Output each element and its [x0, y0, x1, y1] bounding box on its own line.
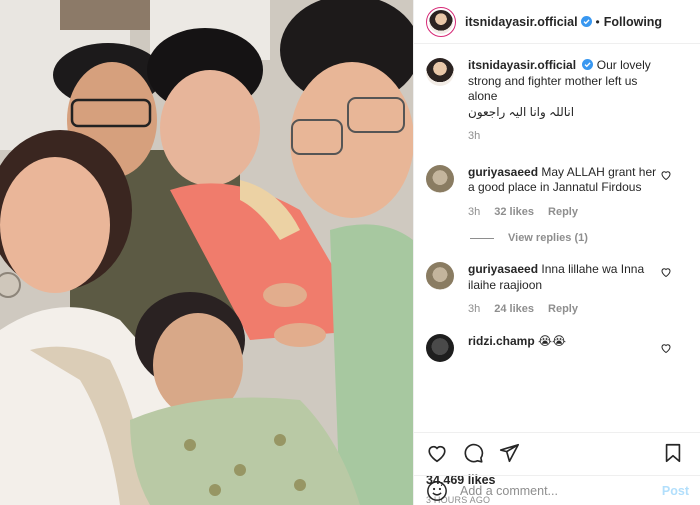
emoji-icon[interactable]	[426, 480, 448, 502]
comment-username[interactable]: guriyasaeed	[468, 262, 538, 276]
verified-badge-icon	[582, 59, 594, 70]
action-bar	[426, 433, 688, 473]
commenter-avatar[interactable]	[426, 164, 454, 193]
comment: guriyasaeed Inna lillahe wa Inna ilaihe …	[426, 262, 688, 318]
following-button[interactable]: Following	[604, 15, 662, 29]
caption-arabic-text: اناللہ وانا الیہ راجعون	[468, 104, 575, 119]
comment-time[interactable]: 3h	[468, 205, 480, 221]
caption: itsnidayasir.official Our lovely strong …	[426, 58, 688, 145]
comment-likes[interactable]: 32 likes	[494, 205, 534, 221]
commenter-avatar[interactable]	[426, 262, 454, 290]
caption-time[interactable]: 3h	[468, 129, 480, 145]
verified-badge-icon	[580, 16, 592, 27]
caption-username[interactable]: itsnidayasir.official	[468, 58, 576, 72]
add-comment-bar: Post	[414, 475, 700, 505]
author-username[interactable]: itsnidayasir.official	[465, 15, 578, 29]
comment-username[interactable]: guriyasaeed	[468, 165, 538, 179]
share-paper-plane-icon[interactable]	[498, 442, 520, 464]
post-sidebar: itsnidayasir.official • Following itsnid…	[413, 0, 700, 505]
author-avatar[interactable]	[426, 6, 456, 37]
separator-dot: •	[595, 14, 600, 29]
view-replies-button[interactable]: View replies (1)	[470, 232, 688, 244]
commenter-avatar[interactable]	[426, 333, 454, 362]
like-heart-icon[interactable]	[426, 442, 448, 464]
replies-divider	[470, 237, 494, 239]
instagram-post: itsnidayasir.official • Following itsnid…	[0, 0, 700, 505]
comment-likes[interactable]: 24 likes	[494, 302, 534, 318]
reply-button[interactable]: Reply	[548, 205, 578, 221]
caption-avatar[interactable]	[426, 58, 454, 86]
comment-time[interactable]: 3h	[468, 302, 480, 318]
comment-username[interactable]: ridzi.champ	[468, 334, 535, 348]
like-comment-heart-icon[interactable]	[660, 169, 672, 181]
like-comment-heart-icon[interactable]	[660, 266, 672, 278]
post-photo[interactable]	[0, 0, 413, 505]
post-header: itsnidayasir.official • Following	[414, 0, 700, 44]
comment-bubble-icon[interactable]	[462, 442, 484, 464]
post-comment-button[interactable]: Post	[662, 484, 689, 498]
comments-list[interactable]: itsnidayasir.official Our lovely strong …	[414, 44, 700, 432]
comment-input[interactable]	[460, 483, 662, 498]
save-bookmark-icon[interactable]	[662, 442, 684, 464]
family-selfie-image	[0, 0, 413, 505]
like-comment-heart-icon[interactable]	[660, 342, 672, 354]
view-replies-label: View replies (1)	[508, 232, 588, 244]
reply-button[interactable]: Reply	[548, 302, 578, 318]
comment-text: 😭😭	[538, 333, 567, 348]
comment: ridzi.champ 😭😭	[426, 333, 688, 362]
comment: guriyasaeed May ALLAH grant her a good p…	[426, 164, 688, 221]
